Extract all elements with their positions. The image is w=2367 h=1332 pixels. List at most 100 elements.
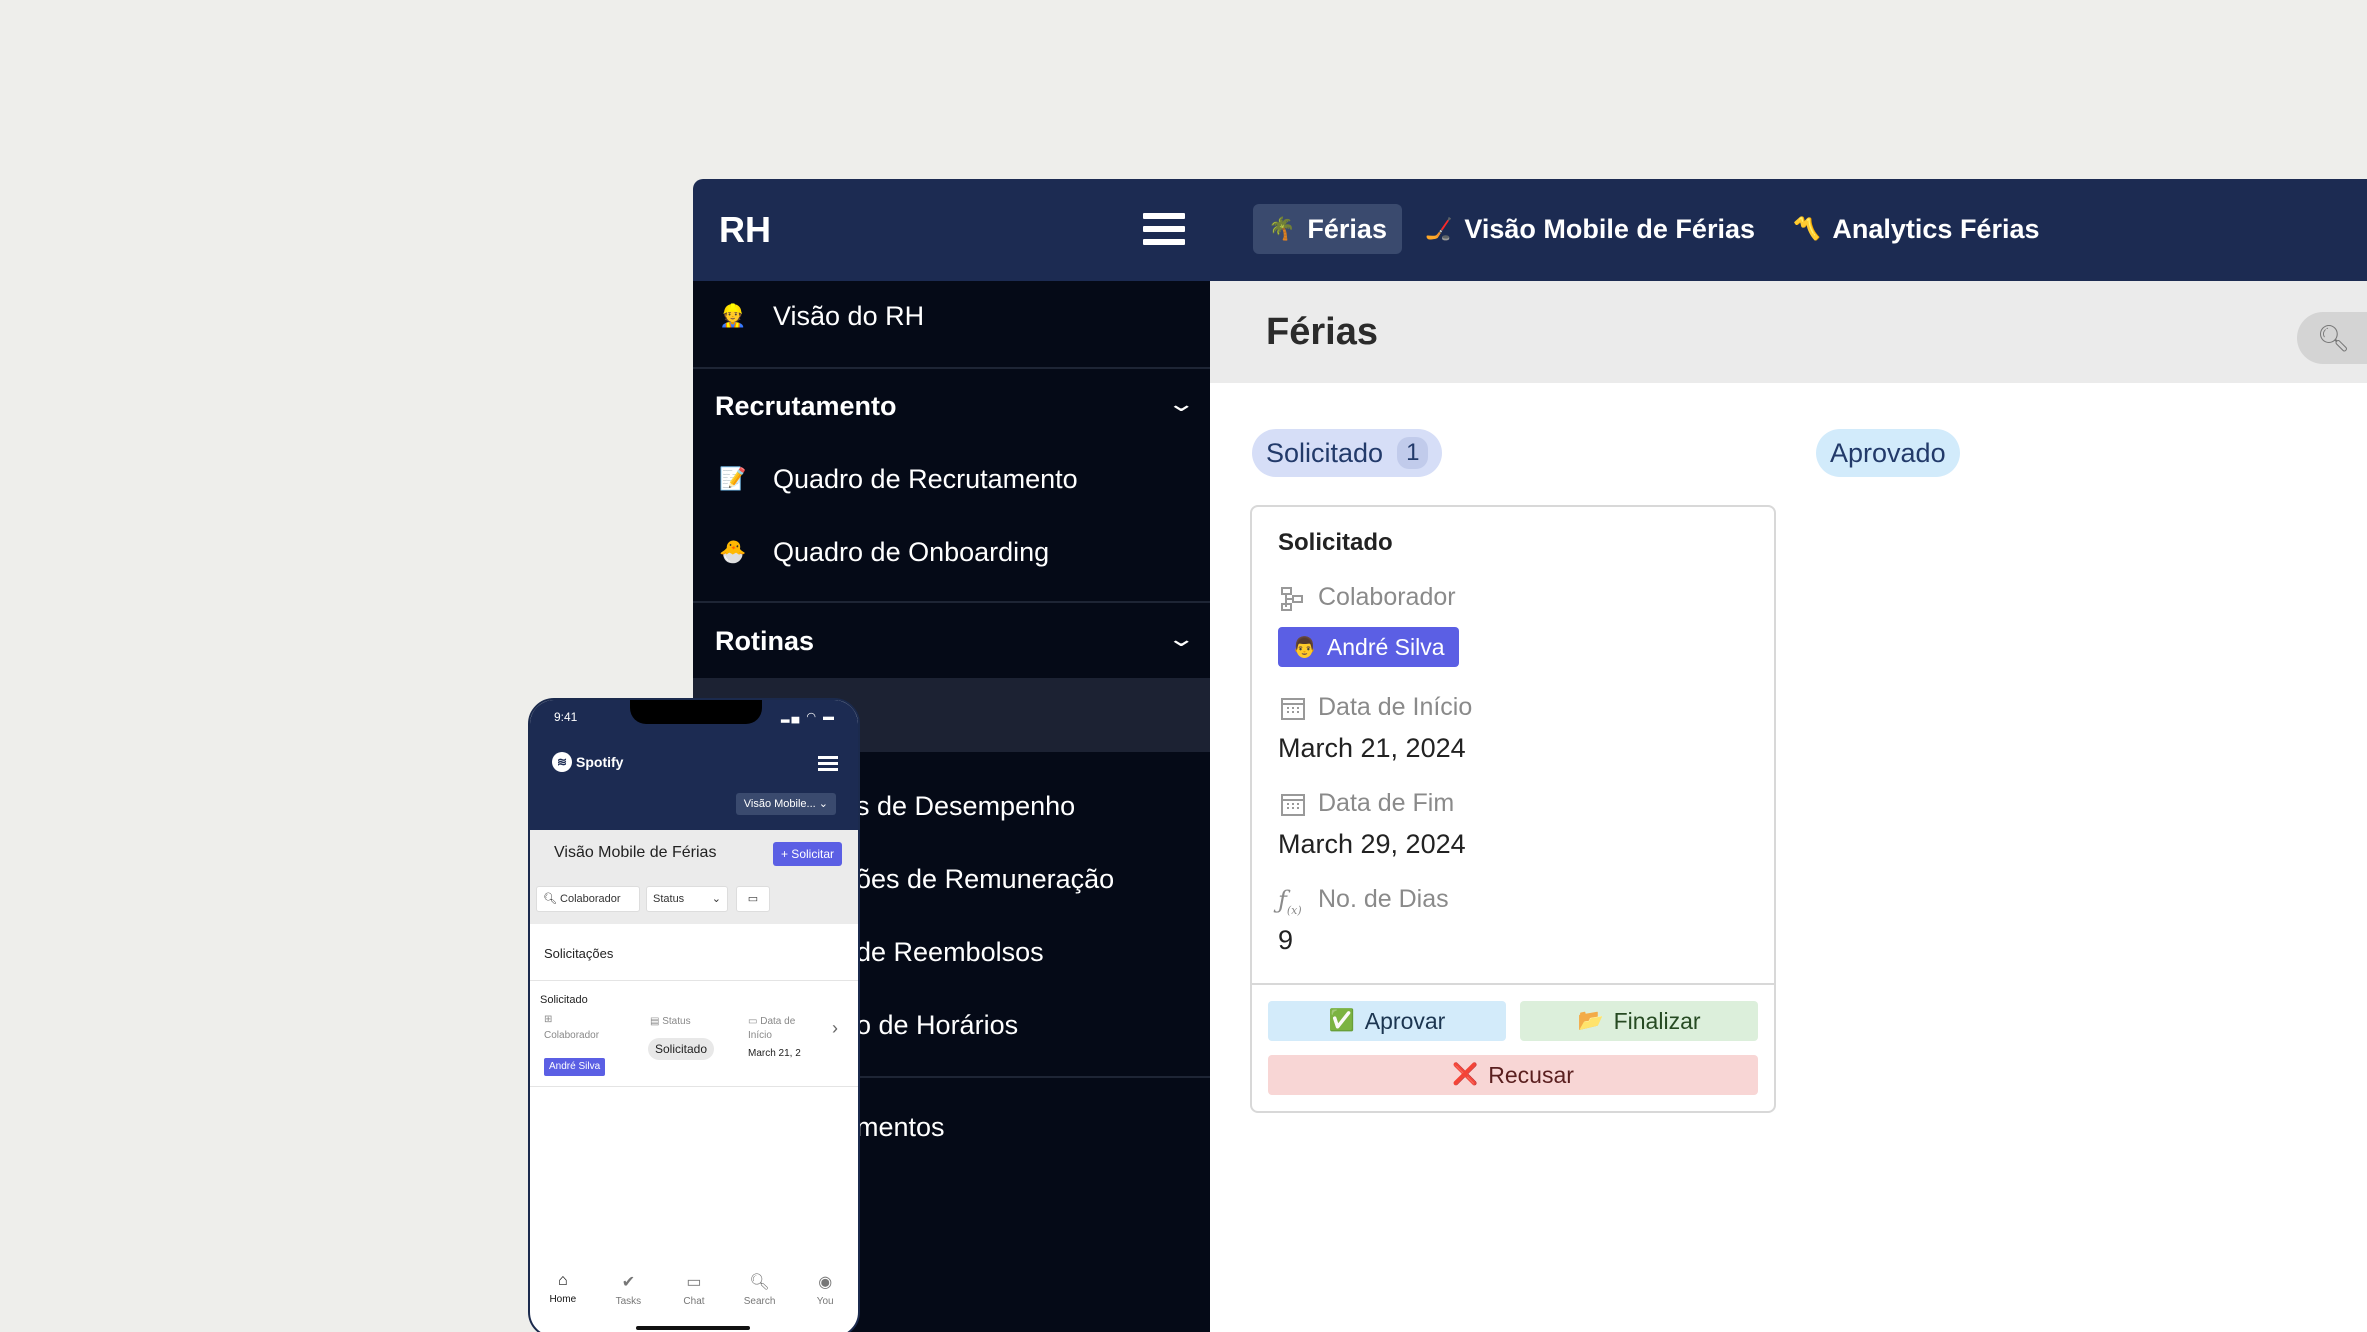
tab-ferias[interactable]: 🌴 Férias [1253,204,1402,254]
card-title: Solicitado [1278,529,1393,556]
chevron-down-icon: ⌄ [711,893,721,905]
home-icon: ⌂ [557,1272,568,1289]
nav-label: Search [743,1296,776,1307]
section-title: Rotinas [715,626,815,656]
field-label-text: Colaborador [1318,583,1456,611]
card-divider [1252,983,1774,985]
divider [693,367,1210,369]
mobile-section-title: Solicitações [544,946,614,961]
app-window: RH 🌴 Férias 🏒 Visão Mobile de Férias 〽️ … [693,179,2367,1332]
search-icon: 🔍︎ [2317,323,2351,353]
mobile-bottom-nav: ⌂ Home ✔ Tasks ▭ Chat 🔍︎ Search ◉ You [530,1272,858,1307]
section-recrutamento[interactable]: Recrutamento ⌄ [715,391,1196,422]
nav-you[interactable]: ◉ You [795,1272,855,1307]
mobile-view-select[interactable]: Visão Mobile... ⌄ [735,793,836,815]
sidebar-item-visao-rh[interactable]: 👷 Visão do RH [693,285,1210,347]
tab-visao-mobile[interactable]: 🏒 Visão Mobile de Férias [1410,204,1770,254]
tab-analytics[interactable]: 〽️ Analytics Férias [1778,204,2055,254]
mobile-page-title: Visão Mobile de Férias [554,844,717,861]
nav-tasks[interactable]: ✔ Tasks [598,1272,658,1307]
hockey-stick-icon: 🏒 [1424,216,1453,241]
calendar-icon: ▭ [747,893,759,905]
nav-label: You [816,1296,834,1307]
sidebar-item-quadro-recrutamento[interactable]: 📝 Quadro de Recrutamento [693,448,1210,510]
filter-label: Status [653,893,685,905]
spotify-icon: ≋ [552,752,572,772]
sidebar-item-label: Quadro de Onboarding [773,536,1050,567]
page-title: Férias [1266,311,1378,353]
nav-chat[interactable]: ▭ Chat [664,1272,724,1307]
mobile-status-filter[interactable]: Status ⌄ [646,886,728,912]
sidebar-item-label: mentos [856,1111,945,1142]
nav-search[interactable]: 🔍︎ Search [730,1272,790,1307]
section-rotinas[interactable]: Rotinas ⌄ [715,626,1196,657]
mobile-preview: 9:41 ▂▄ ◠ ▬ ≋ Spotify Visão Mobile... ⌄ … [528,698,860,1332]
mobile-calendar-filter[interactable]: ▭ [736,886,770,912]
folder-icon: 📂 [1577,1009,1604,1032]
user-chip[interactable]: 👨 André Silva [1278,627,1459,667]
finalize-button[interactable]: 📂 Finalizar [1520,1001,1758,1041]
mobile-col-data-2: Início [748,1030,772,1041]
main-panel: Férias 🔍︎ Solicitado 1 Aprovado Solicita… [1210,281,2367,1332]
tab-bar: 🌴 Férias 🏒 Visão Mobile de Férias 〽️ Ana… [1253,204,2055,254]
field-value-data-fim: March 29, 2024 [1278,829,1466,859]
memo-icon: 📝 [719,466,747,491]
button-label: Finalizar [1613,1007,1701,1034]
logo-text: Spotify [576,754,624,770]
calendar-icon [1281,793,1305,816]
sidebar-item-label: Quadro de Recrutamento [773,463,1078,494]
chevron-right-icon[interactable]: › [832,1018,838,1039]
filter-label: Colaborador [560,893,621,905]
divider [530,1086,858,1087]
home-indicator [636,1326,750,1330]
col-label: Status [662,1016,691,1027]
check-circle-icon: ✔ [621,1274,636,1291]
field-label-text: No. de Dias [1318,885,1449,913]
divider [530,980,858,981]
reject-button[interactable]: ❌ Recusar [1268,1055,1758,1095]
field-value-data-inicio: March 21, 2024 [1278,733,1466,763]
mobile-search-colaborador[interactable]: 🔍︎ Colaborador [536,886,640,912]
user-chip-label: André Silva [1326,633,1445,660]
org-chart-icon: ⊞ [544,1014,553,1025]
field-label-data-fim: Data de Fim [1278,789,1454,818]
sidebar-item-label: de Reembolsos [856,936,1044,967]
cross-icon: ❌ [1452,1063,1479,1086]
mobile-header: 9:41 ▂▄ ◠ ▬ ≋ Spotify Visão Mobile... ⌄ [530,700,858,830]
tab-label: Visão Mobile de Férias [1464,213,1755,244]
sidebar-item-quadro-onboarding[interactable]: 🐣 Quadro de Onboarding [693,521,1210,583]
button-label: Aprovar [1364,1007,1446,1034]
mobile-request-button[interactable]: + Solicitar [772,842,842,866]
approve-button[interactable]: ✅ Aprovar [1268,1001,1506,1041]
nav-home[interactable]: ⌂ Home [533,1272,593,1307]
column-header-aprovado: Aprovado [1816,429,1960,477]
field-value-no-dias: 9 [1278,925,1294,955]
calendar-icon [1281,697,1305,720]
top-bar: RH 🌴 Férias 🏒 Visão Mobile de Férias 〽️ … [693,179,2367,281]
chevron-down-icon: ⌄ [1166,391,1196,416]
kanban-card[interactable]: Solicitado Colaborador 👨 André Silva Dat… [1250,505,1776,1113]
person-icon: 👨 [1292,636,1317,659]
mobile-user-chip[interactable]: André Silva [544,1058,606,1076]
column-header-solicitado: Solicitado 1 [1252,429,1443,477]
section-title: Recrutamento [715,391,897,421]
view-select-label: Visão Mobile... [743,798,816,810]
mobile-date-value: March 21, 2 [748,1048,801,1059]
divider [693,601,1210,603]
column-label: Aprovado [1830,437,1946,468]
menu-icon[interactable] [1143,213,1185,247]
status-icons: ▂▄ ◠ ▬ [781,711,836,723]
mobile-status-badge: Solicitado [648,1038,715,1060]
app-brand: RH [719,209,771,250]
formula-icon: ƒ(x) [1278,885,1302,917]
nav-label: Home [549,1294,577,1305]
search-icon: 🔍︎ [543,893,557,905]
sidebar-item-label: o de Horários [856,1009,1019,1040]
chart-mark-icon: 〽️ [1792,216,1821,241]
mobile-menu-icon[interactable] [818,756,838,774]
page-header: Férias 🔍︎ [1210,281,2367,383]
sidebar-item-label: s de Desempenho [856,790,1076,821]
search-button[interactable]: 🔍︎ [2297,312,2367,364]
palm-tree-icon: 🌴 [1268,216,1296,241]
mobile-logo: ≋ Spotify [552,752,623,772]
